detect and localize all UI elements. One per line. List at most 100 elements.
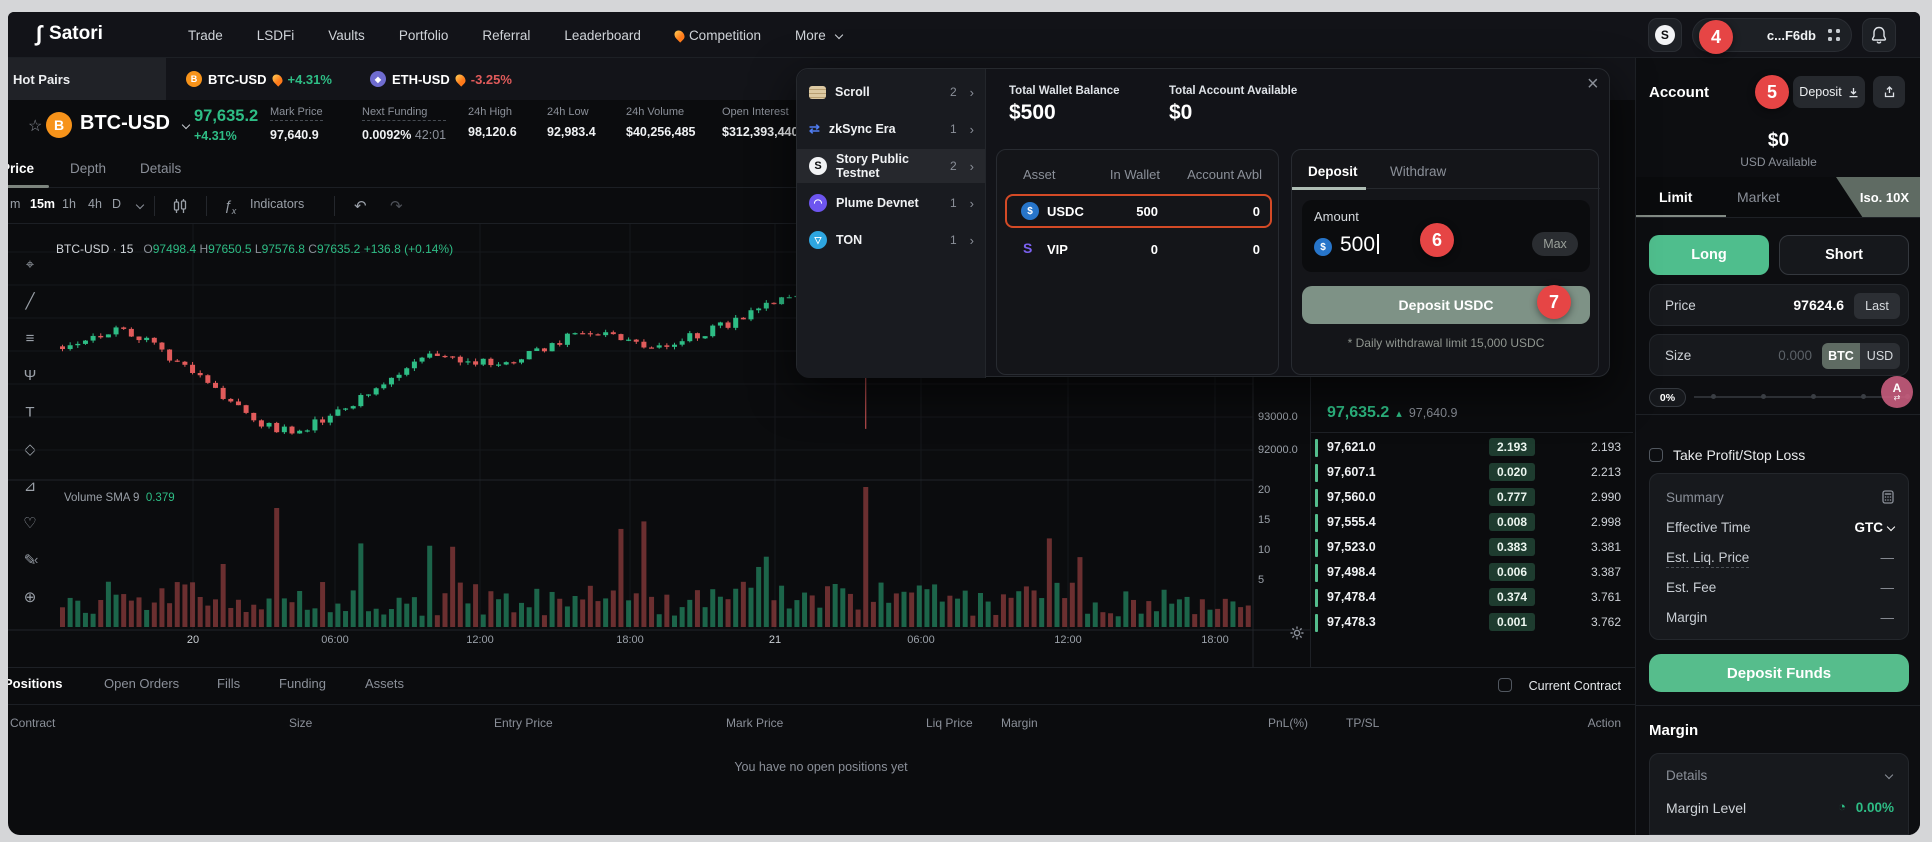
nav-item-competition[interactable]: Competition xyxy=(675,28,761,43)
interval-partial[interactable]: m xyxy=(10,197,20,211)
redo-icon[interactable]: ↷ xyxy=(390,197,403,215)
order-book-row[interactable]: 97,478.40.3743.761 xyxy=(1311,586,1633,611)
price-label: Price xyxy=(1665,298,1696,313)
stat-value: 92,983.4 xyxy=(547,125,596,139)
tab-market[interactable]: Market xyxy=(1737,189,1780,205)
fx-icon[interactable]: ƒx xyxy=(224,197,236,216)
last-price-button[interactable]: Last xyxy=(1854,293,1900,319)
deposit-funds-button[interactable]: Deposit Funds xyxy=(1649,654,1909,692)
nav-item-more[interactable]: More xyxy=(795,28,842,43)
ob-size: 0.374 xyxy=(1489,588,1535,606)
margin-mode-selector[interactable]: Iso. 10X xyxy=(1860,190,1909,205)
size-field[interactable]: Size 0.000 BTC USD xyxy=(1649,334,1909,376)
nav-item-trade[interactable]: Trade xyxy=(188,28,223,43)
network-item-story-public-testnet[interactable]: SStory Public Testnet2› xyxy=(797,149,986,183)
translate-button[interactable]: A ⇄ xyxy=(1881,376,1913,408)
order-book-row[interactable]: 97,555.40.0082.998 xyxy=(1311,511,1633,536)
bottom-tab-positions[interactable]: Positions xyxy=(8,676,63,691)
nav-item-lsdfi[interactable]: LSDFi xyxy=(257,28,295,43)
pair-chevron-down-icon[interactable] xyxy=(182,121,190,129)
order-book-row[interactable]: 97,523.00.3833.381 xyxy=(1311,536,1633,561)
collapse-toolbar-arrow[interactable]: ‹ xyxy=(34,552,38,567)
asset-row-usdc[interactable]: $ USDC 500 0 xyxy=(1007,196,1270,226)
slider-dot[interactable] xyxy=(1711,394,1716,399)
nav-item-vaults[interactable]: Vaults xyxy=(328,28,365,43)
top-navbar: ∫ Satori Trade LSDFi Vaults Portfolio Referr… xyxy=(8,12,1920,58)
long-button[interactable]: Long xyxy=(1649,235,1769,275)
network-item-zksync-era[interactable]: ⇄zkSync Era1› xyxy=(797,112,986,146)
indicators-button[interactable]: Indicators xyxy=(250,197,304,211)
ticker-pair-btc-usd[interactable]: BBTC-USD+4.31% xyxy=(186,71,332,87)
chart-tab-price[interactable]: Price xyxy=(8,161,34,176)
favorite-star-icon[interactable]: ☆ xyxy=(28,116,42,136)
order-book-row[interactable]: 97,621.02.1932.193 xyxy=(1311,436,1633,461)
depth-accent-bar xyxy=(1315,514,1318,532)
tab-withdraw[interactable]: Withdraw xyxy=(1390,164,1446,179)
network-item-plume-devnet[interactable]: ◠Plume Devnet1› xyxy=(797,186,986,220)
brand-logo[interactable]: ∫ Satori xyxy=(36,21,103,47)
interval-1h[interactable]: 1h xyxy=(62,197,76,211)
scroll-network-icon xyxy=(809,86,826,99)
bottom-tab-open-orders[interactable]: Open Orders xyxy=(104,676,179,691)
unit-btc-toggle[interactable]: BTC xyxy=(1822,343,1860,369)
slider-dot[interactable] xyxy=(1811,394,1816,399)
size-input[interactable]: 0.000 xyxy=(1778,348,1812,363)
slider-dot[interactable] xyxy=(1861,394,1866,399)
details-chevron-icon[interactable] xyxy=(1885,771,1893,779)
ticker-symbol: ETH-USD xyxy=(392,72,450,87)
short-button[interactable]: Short xyxy=(1779,235,1909,275)
nav-item-leaderboard[interactable]: Leaderboard xyxy=(564,28,641,43)
bottom-tab-assets[interactable]: Assets xyxy=(365,676,404,691)
bottom-tab-fills[interactable]: Fills xyxy=(217,676,240,691)
price-field[interactable]: Price 97624.6 Last xyxy=(1649,284,1909,326)
hot-pairs-tab[interactable]: Hot Pairs xyxy=(8,58,166,100)
order-book-row[interactable]: 97,560.00.7772.990 xyxy=(1311,486,1633,511)
leverage-slider-value[interactable]: 0% xyxy=(1649,388,1686,407)
undo-icon[interactable]: ↶ xyxy=(354,197,367,215)
satori-token-button[interactable]: S xyxy=(1648,18,1682,52)
price-value[interactable]: 97624.6 xyxy=(1793,297,1844,313)
deposit-button[interactable]: Deposit xyxy=(1793,76,1865,108)
asset-row-vip[interactable]: S VIP 0 0 xyxy=(1007,234,1270,264)
ticker-pair-eth-usd[interactable]: ◆ETH-USD-3.25% xyxy=(370,71,512,87)
order-book-row[interactable]: 97,607.10.0202.213 xyxy=(1311,461,1633,486)
table-header-mark-price: Mark Price xyxy=(726,716,783,730)
network-item-scroll[interactable]: Scroll2› xyxy=(797,75,986,109)
wallet-balance-label: Total Wallet Balance xyxy=(1009,85,1120,97)
interval-D[interactable]: D xyxy=(112,197,121,211)
nav-item-portfolio[interactable]: Portfolio xyxy=(399,28,449,43)
interval-4h[interactable]: 4h xyxy=(88,197,102,211)
order-book-row[interactable]: 97,478.30.0013.762 xyxy=(1311,611,1633,636)
withdraw-share-button[interactable] xyxy=(1873,76,1905,108)
apps-grid-icon[interactable] xyxy=(1828,29,1841,42)
bottom-tab-funding[interactable]: Funding xyxy=(279,676,326,691)
amount-input[interactable]: 500 xyxy=(1340,233,1379,257)
current-contract-checkbox[interactable] xyxy=(1498,678,1512,697)
max-button[interactable]: Max xyxy=(1532,232,1578,256)
interval-chevron-icon[interactable] xyxy=(136,201,144,209)
axis-settings-gear-icon[interactable] xyxy=(1290,626,1304,645)
notifications-button[interactable] xyxy=(1862,18,1896,52)
table-header-action: Action xyxy=(1588,716,1621,730)
interval-15m[interactable]: 15m xyxy=(30,197,55,211)
tab-limit[interactable]: Limit xyxy=(1659,189,1692,205)
calculator-icon[interactable] xyxy=(1882,490,1894,507)
effective-time-select[interactable]: GTC xyxy=(1855,520,1895,535)
order-book-row[interactable]: 97,498.40.0063.387 xyxy=(1311,561,1633,586)
slider-dot[interactable] xyxy=(1761,394,1766,399)
nav-item-referral[interactable]: Referral xyxy=(482,28,530,43)
unit-usd-toggle[interactable]: USD xyxy=(1860,343,1900,369)
pair-symbol[interactable]: BTC-USD xyxy=(80,112,170,135)
tab-deposit[interactable]: Deposit xyxy=(1308,164,1358,179)
chevron-down-icon[interactable] xyxy=(1887,523,1895,531)
tpsl-checkbox[interactable] xyxy=(1649,448,1663,462)
chart-tab-depth[interactable]: Depth xyxy=(70,161,106,176)
summary-label: Summary xyxy=(1666,490,1724,507)
ob-price: 97,478.4 xyxy=(1327,590,1376,604)
close-icon[interactable]: × xyxy=(1587,73,1599,96)
leverage-slider-track[interactable] xyxy=(1694,396,1908,398)
network-item-ton[interactable]: ▽TON1› xyxy=(797,223,986,257)
chart-tab-details[interactable]: Details xyxy=(140,161,181,176)
ob-total: 2.998 xyxy=(1591,515,1621,529)
candle-style-icon[interactable] xyxy=(172,198,188,219)
